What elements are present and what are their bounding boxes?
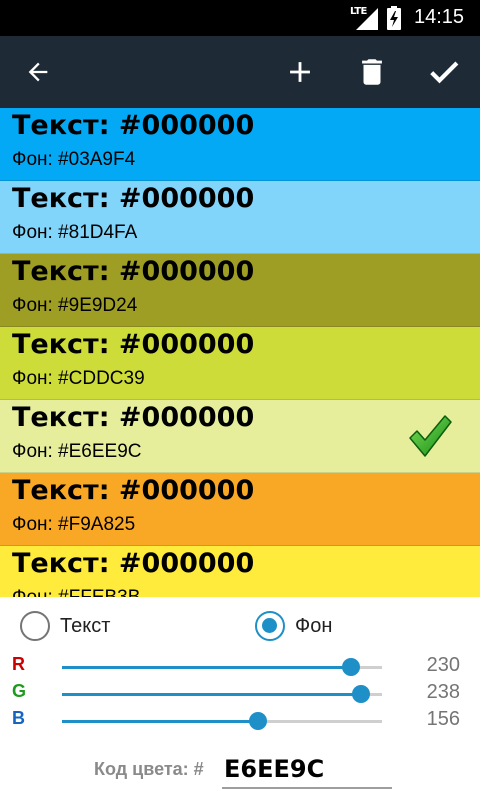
color-scheme-list[interactable]: Текст: #000000 Фон: #03A9F4 Текст: #0000… bbox=[0, 108, 480, 597]
text-color-label: Текст: #000000 bbox=[12, 548, 255, 579]
color-scheme-item[interactable]: Текст: #000000 Фон: #CDDC39 bbox=[0, 327, 480, 400]
color-scheme-item[interactable]: Текст: #000000 Фон: #FFEB3B bbox=[0, 546, 480, 597]
color-scheme-item[interactable]: Текст: #000000 Фон: #F9A825 bbox=[0, 473, 480, 546]
color-scheme-item[interactable]: Текст: #000000 Фон: #9E9D24 bbox=[0, 254, 480, 327]
slider-track[interactable] bbox=[62, 712, 382, 730]
color-code-label: Код цвета: # bbox=[94, 759, 204, 779]
slider-thumb[interactable] bbox=[341, 658, 360, 676]
channel-value: 230 bbox=[426, 654, 460, 676]
trash-icon bbox=[362, 59, 382, 85]
background-color-label: Фон: #CDDC39 bbox=[12, 368, 145, 389]
color-scheme-item[interactable]: Текст: #000000 Фон: #03A9F4 bbox=[0, 108, 480, 181]
background-color-label: Фон: #81D4FA bbox=[12, 222, 138, 243]
plus-icon bbox=[290, 62, 310, 82]
delete-button[interactable] bbox=[344, 36, 400, 108]
status-bar: LTE 14:15 bbox=[0, 0, 480, 36]
slider-thumb[interactable] bbox=[351, 685, 370, 703]
background-color-label: Фон: #9E9D24 bbox=[12, 295, 138, 316]
channel-label: G bbox=[12, 681, 27, 701]
add-button[interactable] bbox=[272, 36, 328, 108]
background-color-label: Фон: #E6EE9C bbox=[12, 441, 142, 462]
slider-g: G 238 bbox=[0, 681, 480, 707]
slider-b: B 156 bbox=[0, 708, 480, 734]
arrow-left-icon bbox=[28, 62, 48, 82]
channel-label: B bbox=[12, 708, 25, 728]
radio-circle bbox=[255, 611, 285, 641]
color-code-row: Код цвета: # bbox=[0, 753, 480, 793]
background-color-label: Фон: #F9A825 bbox=[12, 514, 136, 535]
slider-fill bbox=[62, 693, 361, 696]
clock: 14:15 bbox=[414, 6, 465, 28]
signal-icon bbox=[356, 8, 378, 30]
slider-fill bbox=[62, 666, 351, 669]
background-color-label: Фон: #03A9F4 bbox=[12, 149, 136, 170]
channel-value: 238 bbox=[426, 681, 460, 703]
color-code-input[interactable] bbox=[222, 753, 392, 789]
confirm-button[interactable] bbox=[416, 36, 472, 108]
radio-circle bbox=[20, 611, 50, 641]
color-scheme-item[interactable]: Текст: #000000 Фон: #81D4FA bbox=[0, 181, 480, 254]
slider-fill bbox=[62, 720, 258, 723]
toolbar bbox=[0, 36, 480, 108]
text-color-label: Текст: #000000 bbox=[12, 329, 255, 360]
text-color-label: Текст: #000000 bbox=[12, 110, 255, 141]
text-mode-label: Текст bbox=[60, 614, 111, 637]
text-color-label: Текст: #000000 bbox=[12, 475, 255, 506]
check-icon bbox=[430, 61, 459, 84]
channel-value: 156 bbox=[426, 708, 460, 730]
text-color-label: Текст: #000000 bbox=[12, 183, 255, 214]
channel-label: R bbox=[12, 654, 25, 674]
slider-track[interactable] bbox=[62, 658, 382, 676]
selected-check-icon bbox=[409, 415, 452, 457]
text-mode-radio[interactable]: Текст bbox=[20, 611, 110, 641]
slider-r: R 230 bbox=[0, 654, 480, 680]
slider-thumb[interactable] bbox=[248, 712, 267, 730]
background-mode-label: Фон bbox=[295, 614, 333, 637]
slider-track[interactable] bbox=[62, 685, 382, 703]
background-color-label: Фон: #FFEB3B bbox=[12, 587, 140, 597]
text-color-label: Текст: #000000 bbox=[12, 402, 255, 433]
back-button[interactable] bbox=[10, 36, 66, 108]
text-color-label: Текст: #000000 bbox=[12, 256, 255, 287]
background-mode-radio[interactable]: Фон bbox=[255, 611, 332, 641]
battery-charging-icon bbox=[387, 6, 401, 30]
color-editor-panel: Текст Фон R 230 G 238 B 156 Код цвета: # bbox=[0, 597, 480, 800]
color-scheme-item[interactable]: Текст: #000000 Фон: #E6EE9C bbox=[0, 400, 480, 473]
